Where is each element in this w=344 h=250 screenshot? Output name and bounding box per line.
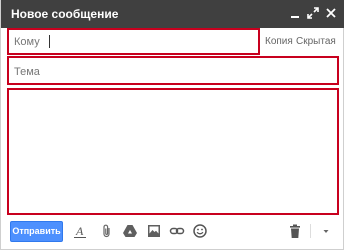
bcc-link[interactable]: Скрытая: [296, 36, 336, 47]
compose-toolbar: Отправить A: [1, 218, 344, 250]
text-format-icon[interactable]: A: [72, 223, 88, 239]
attach-file-icon[interactable]: [99, 223, 115, 239]
message-body-field[interactable]: [7, 88, 339, 215]
trash-icon[interactable]: [287, 223, 303, 239]
toolbar-divider: [310, 224, 311, 238]
subject-field[interactable]: Тема: [7, 56, 339, 85]
svg-text:A: A: [75, 224, 84, 238]
expand-icon[interactable]: [306, 6, 320, 20]
compose-title: Новое сообщение: [11, 7, 119, 21]
insert-emoji-icon[interactable]: [192, 223, 208, 239]
text-cursor: [49, 35, 50, 48]
compose-window: Новое сообщение Кому Копия Скрытая Тема: [0, 0, 344, 250]
insert-link-icon[interactable]: [169, 223, 185, 239]
close-icon[interactable]: [324, 6, 338, 20]
recipient-field[interactable]: Кому: [7, 28, 260, 55]
send-button[interactable]: Отправить: [10, 221, 63, 242]
recipient-label: Кому: [14, 36, 40, 48]
cc-link[interactable]: Копия: [265, 36, 293, 47]
subject-placeholder: Тема: [14, 66, 40, 78]
insert-photo-icon[interactable]: [146, 223, 162, 239]
compose-titlebar[interactable]: Новое сообщение: [1, 0, 344, 28]
minimize-icon[interactable]: [288, 6, 302, 20]
google-drive-icon[interactable]: [122, 223, 138, 239]
more-options-chevron-icon[interactable]: [318, 223, 334, 239]
